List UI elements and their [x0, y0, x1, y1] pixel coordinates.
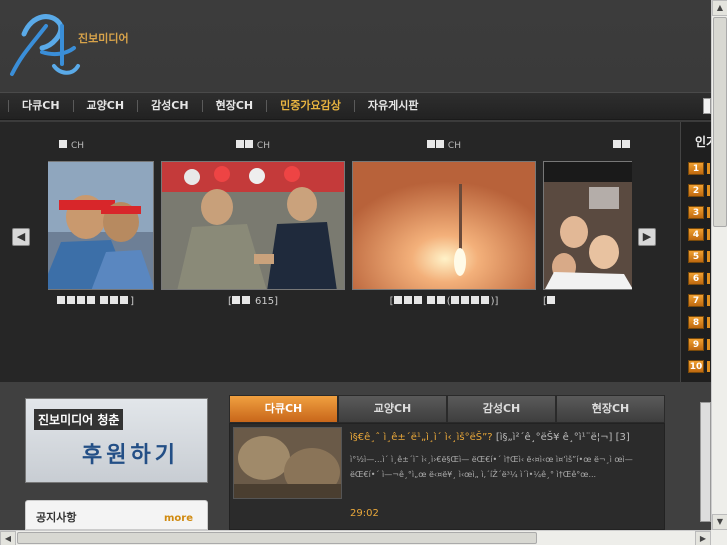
- nav-culture[interactable]: 교양CH: [72, 100, 138, 112]
- thumb-title[interactable]: ]: [48, 296, 154, 307]
- rank-tick: [707, 361, 710, 372]
- rank-number[interactable]: 8: [688, 316, 704, 329]
- carousel-track: CH ] CH [615] CH [()] [: [48, 140, 632, 340]
- thumbnail-image[interactable]: [161, 161, 345, 290]
- thumbnail-image[interactable]: [48, 161, 154, 290]
- rank-number[interactable]: 7: [688, 294, 704, 307]
- main-nav: 다큐CH 교양CH 감성CH 현장CH 민중가요감상 자유게시판: [0, 92, 711, 120]
- arrow-right-icon[interactable]: ▶: [638, 228, 656, 246]
- horizontal-scrollbar[interactable]: ◀ ▶: [0, 530, 711, 545]
- vertical-scroll-thumb[interactable]: [713, 17, 727, 227]
- featured-thumbnail[interactable]: [233, 427, 342, 499]
- rank-number[interactable]: 10: [688, 360, 704, 373]
- side-banner[interactable]: [700, 402, 711, 522]
- tab-panel: ì§€ê¸ˆ ì¸ê±´ë¹„ì¸ì´ ì‹¸ìš°ëŠ”? [ì§„ì²´ê¸…: [229, 423, 665, 530]
- carousel-item[interactable]: CH [ ()]: [352, 140, 536, 307]
- rank-tick: [707, 339, 710, 350]
- page: 진보미디어 다큐CH 교양CH 감성CH 현장CH 민중가요감상 자유게시판 ◀…: [0, 0, 727, 545]
- nav-board[interactable]: 자유게시판: [353, 100, 432, 112]
- carousel-item[interactable]: CH ]: [48, 140, 154, 307]
- channel-tabs: 다큐CH 교양CH 감성CH 현장CH: [229, 395, 665, 423]
- scroll-left-icon[interactable]: ◀: [0, 531, 16, 545]
- vertical-scrollbar[interactable]: ▲ ▼: [711, 0, 727, 530]
- tab-docu[interactable]: 다큐CH: [229, 395, 338, 423]
- scroll-down-icon[interactable]: ▼: [712, 514, 727, 530]
- scroll-up-icon[interactable]: ▲: [712, 0, 727, 16]
- thumb-channel: CH: [161, 140, 345, 154]
- rank-number[interactable]: 2: [688, 184, 704, 197]
- rank-number[interactable]: 3: [688, 206, 704, 219]
- thumbnail-image[interactable]: [352, 161, 536, 290]
- video-carousel: ◀ ▶ CH ] CH [615] CH [()] [: [0, 122, 680, 382]
- thumb-channel: CH: [48, 140, 154, 154]
- thumb-channel: [543, 140, 632, 154]
- search-box-edge[interactable]: [703, 98, 711, 114]
- thumb-title[interactable]: [: [543, 296, 632, 307]
- tab-culture[interactable]: 교양CH: [338, 395, 447, 423]
- carousel-item[interactable]: CH [ 615]: [161, 140, 345, 307]
- featured-title[interactable]: ì§€ê¸ˆ ì¸ê±´ë¹„ì¸ì´ ì‹¸ìš°ëŠ”? [ì§„ì²´ê¸…: [350, 432, 630, 443]
- carousel-item[interactable]: [: [543, 140, 632, 307]
- header: 진보미디어: [0, 0, 711, 92]
- thumb-title[interactable]: [ 615]: [161, 296, 345, 307]
- rank-tick: [707, 185, 710, 196]
- rank-tick: [707, 229, 710, 240]
- lower-section: 진보미디어 청춘 후원하기 공지사항 more 다큐CH 교양CH 감성CH 현…: [0, 382, 711, 530]
- support-banner-top: 진보미디어 청춘: [34, 409, 124, 430]
- support-banner-main: 후원하기: [82, 442, 179, 468]
- rank-tick: [707, 317, 710, 328]
- rank-number[interactable]: 4: [688, 228, 704, 241]
- featured-description: ì°½ì—…ì´ ì¸ê±´ì˜ ì‹¸ì›€ë§Œì— ëŒ€í•´ ì†Œì…: [350, 455, 633, 479]
- scroll-right-icon[interactable]: ▶: [695, 531, 711, 545]
- support-banner[interactable]: 진보미디어 청춘 후원하기: [25, 398, 208, 483]
- site-logo[interactable]: [2, 4, 142, 88]
- tab-field[interactable]: 현장CH: [556, 395, 665, 423]
- tab-emotion[interactable]: 감성CH: [447, 395, 556, 423]
- nav-emotion[interactable]: 감성CH: [137, 100, 202, 112]
- nav-field[interactable]: 현장CH: [201, 100, 267, 112]
- notice-more-link[interactable]: more: [164, 513, 193, 524]
- scrollbar-corner: [711, 530, 727, 545]
- nav-songs[interactable]: 민중가요감상: [266, 100, 354, 112]
- arrow-left-icon[interactable]: ◀: [12, 228, 30, 246]
- logo-subtitle: 진보미디어: [78, 32, 129, 45]
- horizontal-scroll-thumb[interactable]: [17, 532, 537, 544]
- nav-docu[interactable]: 다큐CH: [8, 100, 73, 112]
- rank-tick: [707, 207, 710, 218]
- thumb-title[interactable]: [ ()]: [352, 296, 536, 307]
- rank-tick: [707, 163, 710, 174]
- rank-number[interactable]: 1: [688, 162, 704, 175]
- rank-tick: [707, 295, 710, 306]
- rank-number[interactable]: 5: [688, 250, 704, 263]
- rank-tick: [707, 251, 710, 262]
- thumbnail-image[interactable]: [543, 161, 632, 290]
- rank-number[interactable]: 6: [688, 272, 704, 285]
- thumb-channel: CH: [352, 140, 536, 154]
- notice-title: 공지사항: [36, 511, 77, 524]
- rank-number[interactable]: 9: [688, 338, 704, 351]
- notice-box: 공지사항 more: [25, 500, 208, 530]
- rank-tick: [707, 273, 710, 284]
- popular-ranking: 인기 1 2 3 4 5 6 7 8 9 10: [680, 122, 717, 382]
- featured-duration: 29:02: [350, 508, 379, 519]
